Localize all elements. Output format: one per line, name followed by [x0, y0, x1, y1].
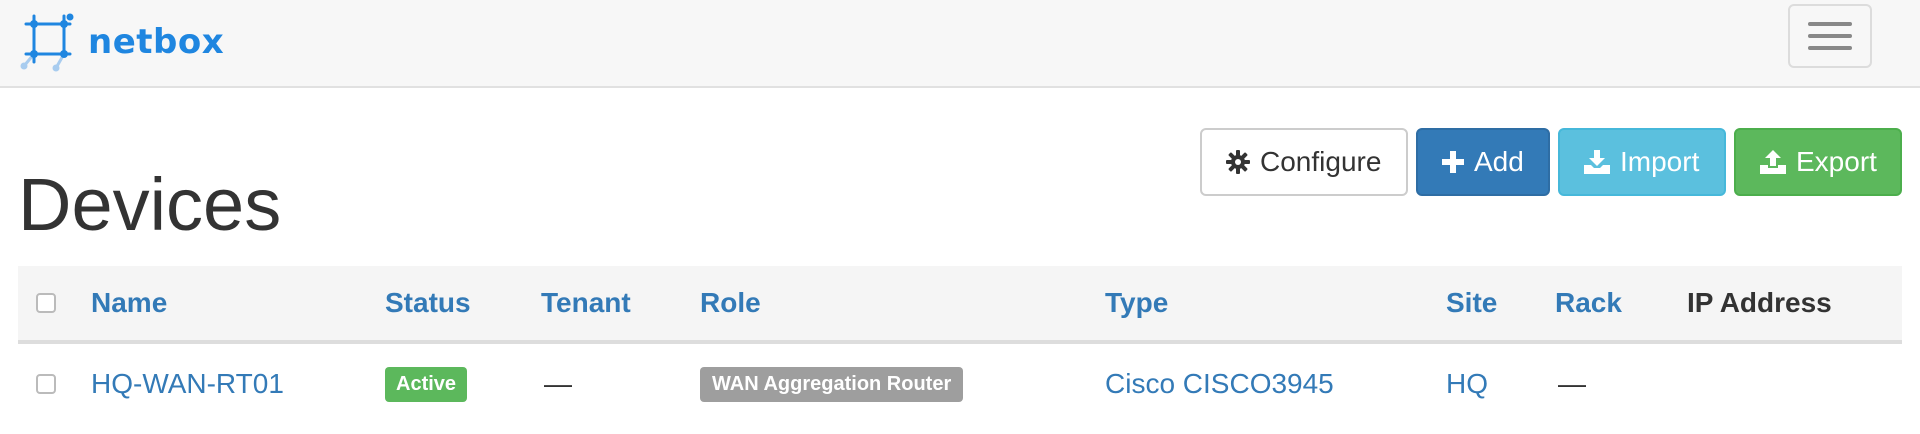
table-row: HQ-WAN-RT01 Active — WAN Aggregation Rou…: [18, 344, 1902, 424]
gear-icon: [1226, 150, 1250, 174]
page-actions: Configure Add Import Export: [1200, 128, 1902, 196]
status-badge: Active: [385, 366, 468, 402]
table-header: Name Status Tenant Role Type Site Rack I…: [18, 266, 1902, 344]
import-button-label: Import: [1620, 146, 1700, 177]
column-header-ip-address: IP Address: [1687, 287, 1832, 318]
column-header-rack[interactable]: Rack: [1555, 266, 1622, 340]
role-cell: WAN Aggregation Router: [700, 344, 964, 424]
import-button[interactable]: Import: [1558, 128, 1726, 196]
select-all-checkbox[interactable]: [36, 293, 56, 313]
hamburger-line-icon: [1808, 34, 1852, 38]
export-button-label: Export: [1796, 146, 1877, 177]
configure-button[interactable]: Configure: [1200, 128, 1408, 196]
page-title: Devices: [18, 163, 282, 246]
add-button-label: Add: [1474, 146, 1524, 177]
export-button[interactable]: Export: [1734, 128, 1902, 196]
netbox-logo-icon: [20, 13, 74, 72]
site-link[interactable]: HQ: [1446, 344, 1488, 424]
import-icon: [1584, 150, 1610, 174]
device-name-link[interactable]: HQ-WAN-RT01: [91, 344, 284, 424]
column-header-tenant[interactable]: Tenant: [541, 266, 631, 340]
brand-logo[interactable]: netbox: [18, 12, 224, 72]
rack-value: —: [1558, 368, 1586, 399]
configure-button-label: Configure: [1260, 146, 1382, 177]
select-all-checkbox-cell: [36, 266, 56, 340]
hamburger-line-icon: [1808, 46, 1852, 50]
column-header-status[interactable]: Status: [385, 266, 471, 340]
status-cell: Active: [385, 344, 468, 424]
navbar: netbox: [0, 0, 1920, 88]
export-icon: [1760, 150, 1786, 174]
column-header-type[interactable]: Type: [1105, 266, 1168, 340]
plus-icon: [1442, 151, 1464, 173]
hamburger-line-icon: [1808, 22, 1852, 26]
column-header-role[interactable]: Role: [700, 266, 761, 340]
tenant-value: —: [544, 368, 572, 399]
row-checkbox-cell: [36, 344, 56, 424]
role-badge[interactable]: WAN Aggregation Router: [700, 366, 964, 402]
device-type-link[interactable]: Cisco CISCO3945: [1105, 344, 1334, 424]
menu-toggle-button[interactable]: [1788, 4, 1872, 68]
add-button[interactable]: Add: [1416, 128, 1550, 196]
column-header-name[interactable]: Name: [91, 266, 167, 340]
devices-table: Name Status Tenant Role Type Site Rack I…: [18, 266, 1902, 424]
row-checkbox[interactable]: [36, 374, 56, 394]
brand-name: netbox: [88, 22, 225, 62]
column-header-site[interactable]: Site: [1446, 266, 1497, 340]
